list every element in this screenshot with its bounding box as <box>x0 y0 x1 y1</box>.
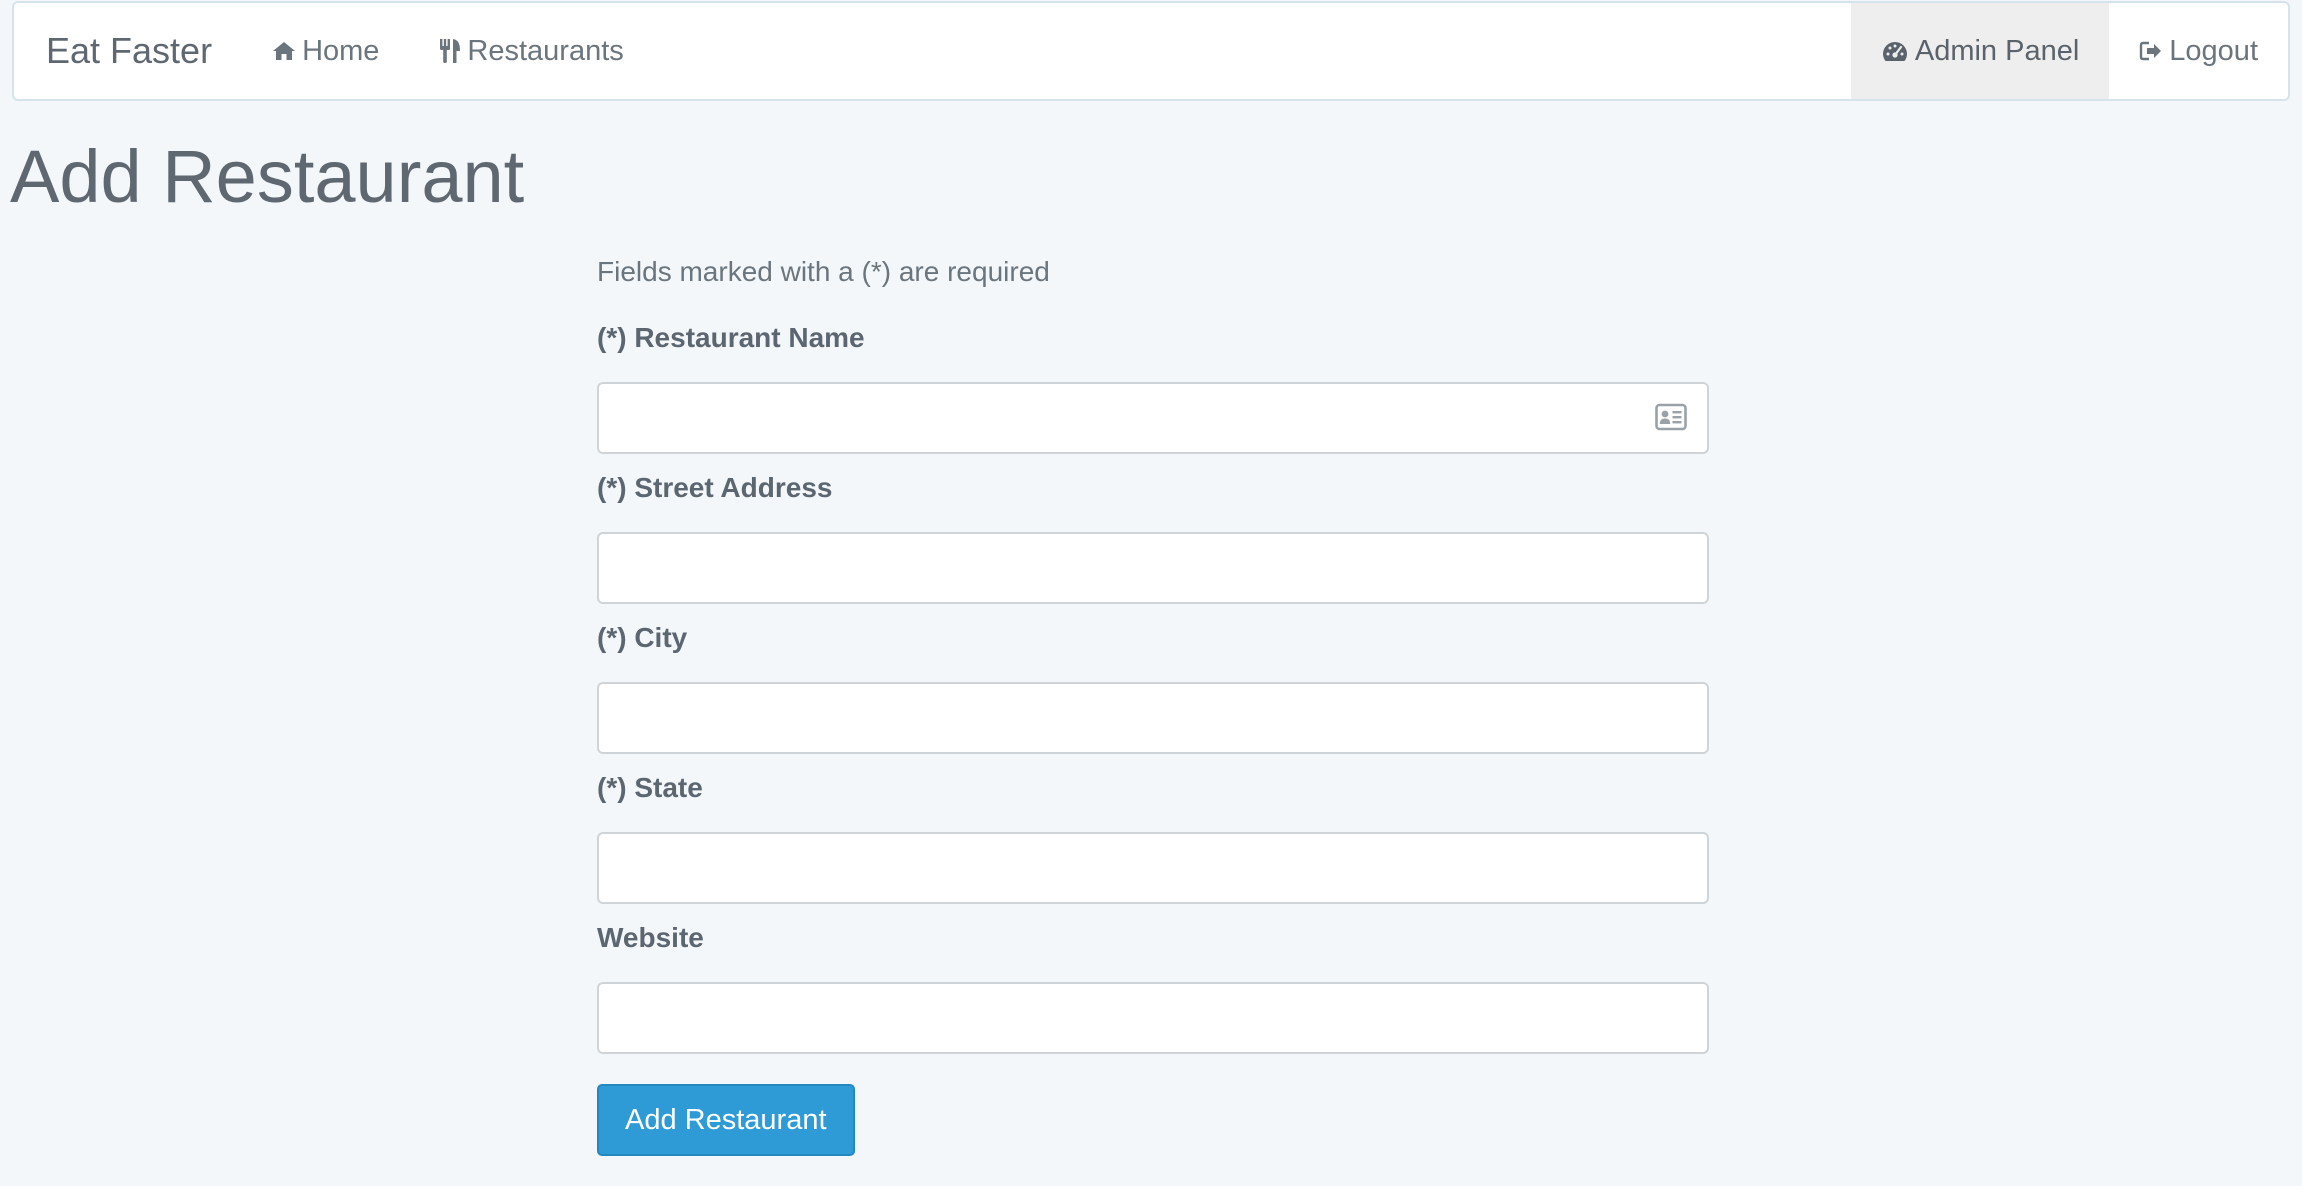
website-input[interactable] <box>597 982 1709 1054</box>
brand-link[interactable]: Eat Faster <box>14 3 242 99</box>
nav-logout-label: Logout <box>2169 34 2258 67</box>
cutlery-icon <box>439 37 461 65</box>
page-title: Add Restaurant <box>10 135 525 218</box>
nav-admin-panel-label: Admin Panel <box>1914 34 2080 67</box>
website-field-wrap <box>597 982 1709 1054</box>
city-input[interactable] <box>597 682 1709 754</box>
home-icon <box>272 40 296 62</box>
nav-right-group: Admin Panel Logout <box>1850 3 2288 99</box>
street-address-input[interactable] <box>597 532 1709 604</box>
city-label: (*) City <box>597 622 688 653</box>
add-restaurant-button[interactable]: Add Restaurant <box>597 1084 855 1156</box>
website-label: Website <box>597 922 704 953</box>
restaurant-name-input[interactable] <box>597 382 1709 454</box>
restaurant-name-field-wrap <box>597 382 1709 454</box>
nav-left-group: Home Restaurants <box>242 3 654 99</box>
state-input[interactable] <box>597 832 1709 904</box>
nav-home-link[interactable]: Home <box>242 3 409 99</box>
restaurant-name-label: (*) Restaurant Name <box>597 322 865 353</box>
city-field-wrap <box>597 682 1709 754</box>
contact-card-icon <box>1655 402 1687 432</box>
dashboard-icon <box>1881 39 1909 63</box>
street-address-field-wrap <box>597 532 1709 604</box>
state-label: (*) State <box>597 772 703 803</box>
nav-logout-link[interactable]: Logout <box>2109 3 2288 99</box>
nav-home-label: Home <box>302 34 380 67</box>
nav-restaurants-label: Restaurants <box>467 34 624 67</box>
logout-icon <box>2139 40 2163 62</box>
nav-admin-panel-link[interactable]: Admin Panel <box>1850 3 2110 99</box>
state-field-wrap <box>597 832 1709 904</box>
top-navbar: Eat Faster Home Restaurants Admin Panel … <box>12 1 2290 101</box>
form-actions: Add Restaurant <box>597 1084 1709 1156</box>
street-address-label: (*) Street Address <box>597 472 833 503</box>
nav-restaurants-link[interactable]: Restaurants <box>409 3 653 99</box>
required-fields-note: Fields marked with a (*) are required <box>597 256 1050 287</box>
add-restaurant-form: Fields marked with a (*) are required (*… <box>597 252 1709 1156</box>
